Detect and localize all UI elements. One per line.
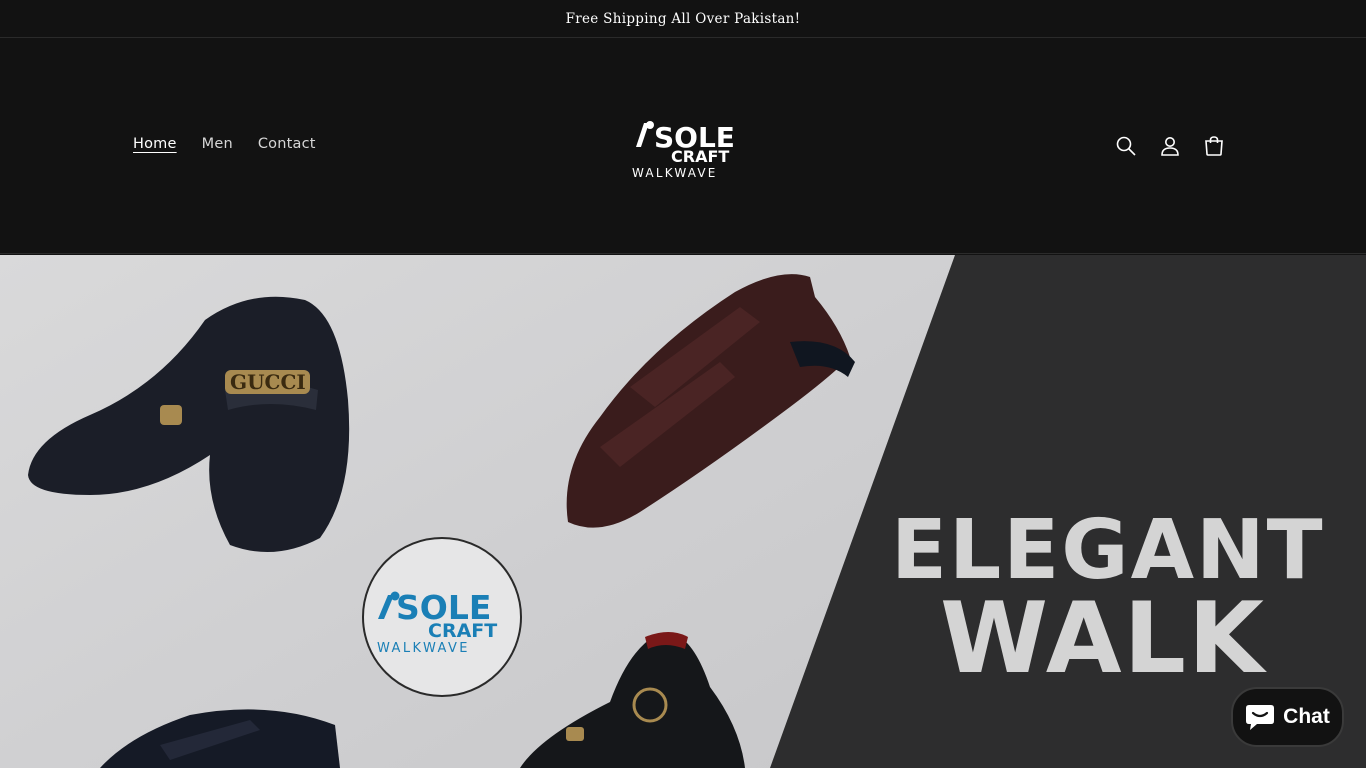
- woven-shoe-image: [100, 709, 340, 768]
- cart-icon: [1205, 136, 1223, 156]
- hero-banner[interactable]: GUCCI SOLE CRAFT WALKWAVE ELEGANT WALK: [0, 255, 1366, 768]
- announcement-bar: Free Shipping All Over Pakistan!: [0, 0, 1366, 38]
- velvet-loafer-image: [520, 632, 745, 768]
- chat-button[interactable]: Chat: [1231, 687, 1344, 747]
- nav-home-link[interactable]: Home: [133, 136, 177, 152]
- loafer-emblem-text: GUCCI: [230, 370, 306, 394]
- sandal-shoe-image: [566, 274, 855, 528]
- logo-runner-head: [646, 121, 654, 129]
- logo-text-walkwave: WALKWAVE: [632, 166, 718, 179]
- brand-badge: SOLE CRAFT WALKWAVE: [362, 537, 522, 697]
- hero-headline-walk: WALK: [940, 582, 1266, 696]
- announcement-text: Free Shipping All Over Pakistan!: [565, 10, 801, 27]
- account-icon: [1161, 137, 1179, 156]
- nav-contact-link[interactable]: Contact: [258, 136, 316, 152]
- badge-text-walkwave: WALKWAVE: [377, 641, 470, 656]
- main-nav: Home Men Contact: [133, 136, 316, 152]
- cart-button[interactable]: [1201, 133, 1227, 159]
- nav-men-link[interactable]: Men: [202, 136, 233, 152]
- logo-text-craft: CRAFT: [671, 147, 729, 166]
- site-logo[interactable]: SOLE CRAFT WALKWAVE: [630, 117, 736, 179]
- search-icon: [1116, 136, 1136, 156]
- badge-text-craft: CRAFT: [428, 620, 497, 642]
- header-icons: [1113, 133, 1227, 159]
- brand-badge-logo: SOLE CRAFT WALKWAVE: [377, 588, 497, 656]
- chat-label: Chat: [1283, 705, 1330, 728]
- chat-bubble-icon: [1246, 705, 1275, 730]
- search-button[interactable]: [1113, 133, 1139, 159]
- site-header: Home Men Contact SOLE CRAFT WALKWAVE: [0, 39, 1366, 254]
- loafer-shoe-image: GUCCI: [28, 296, 350, 553]
- hero-headline-elegant: ELEGANT: [891, 503, 1325, 598]
- account-button[interactable]: [1157, 133, 1183, 159]
